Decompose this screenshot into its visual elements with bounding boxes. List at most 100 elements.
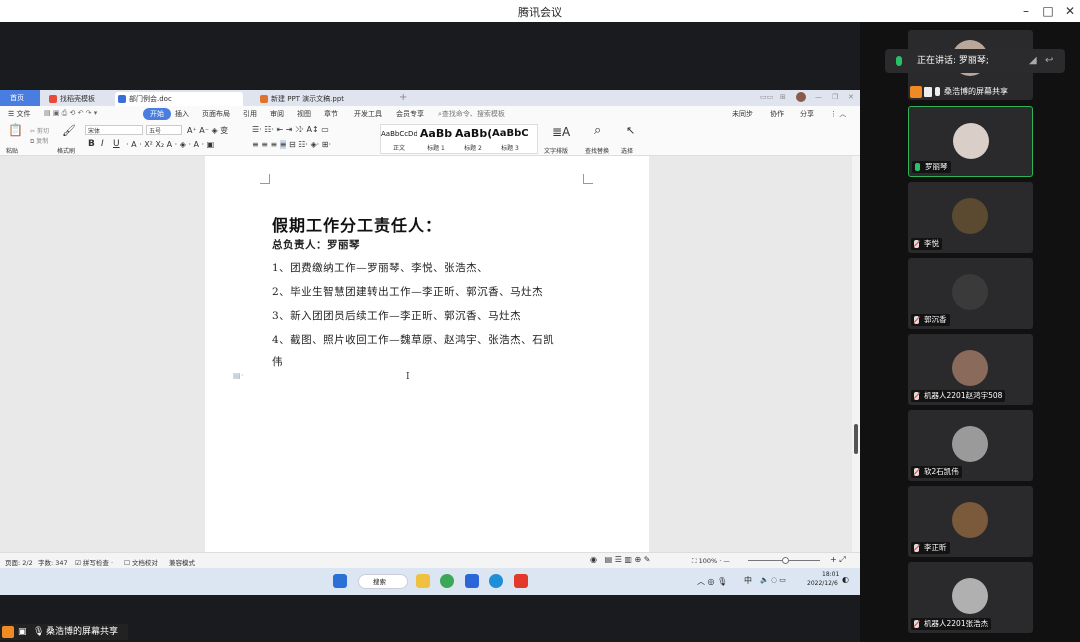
close-doc-icon[interactable]: ✕ bbox=[848, 93, 854, 101]
page-indicator[interactable]: 页面: 2/2 bbox=[5, 557, 33, 567]
participant-tile[interactable]: 机器人2201张浩杰 bbox=[908, 562, 1033, 633]
edge-browser-icon[interactable] bbox=[489, 574, 503, 588]
text-cursor-icon: I bbox=[406, 372, 411, 382]
participant-tile[interactable]: 郭沉香 bbox=[908, 258, 1033, 329]
style-heading-1[interactable]: AaBb 标题 1 bbox=[418, 125, 454, 153]
italic-button[interactable]: I bbox=[101, 139, 104, 149]
font-family-select[interactable]: 宋体 bbox=[85, 125, 143, 135]
font-effects-icons[interactable]: · A · X² X₂ A · ◈ · A · ▣ bbox=[126, 140, 214, 149]
style-heading-2[interactable]: AaBb(标题 2 bbox=[455, 125, 491, 153]
file-explorer-icon[interactable] bbox=[416, 574, 430, 588]
cut-button[interactable]: ✂ 剪切 bbox=[30, 126, 49, 135]
undo-icon[interactable]: ↩ bbox=[1045, 54, 1059, 68]
list-indent-icons[interactable]: ☰· ☷· ⇤ ⇥ ⤨· A↕ ▭ bbox=[252, 125, 329, 135]
paste-icon[interactable]: 📋 bbox=[8, 123, 23, 137]
align-icons[interactable]: ≡ ≡ ≡ ≡ ⊟ ☷· ◈· ⊞· bbox=[252, 140, 331, 149]
participant-tile[interactable]: 李悦 bbox=[908, 182, 1033, 253]
menu-developer[interactable]: 开发工具 bbox=[354, 109, 382, 119]
restore-doc-icon[interactable]: ❐ bbox=[832, 93, 838, 101]
copy-button[interactable]: ⧉ 复制 bbox=[30, 136, 48, 146]
menu-view[interactable]: 视图 bbox=[297, 109, 311, 119]
bold-button[interactable]: B bbox=[88, 139, 95, 149]
vertical-scrollbar[interactable] bbox=[852, 156, 860, 552]
tab-doc[interactable]: 部门例会.doc bbox=[115, 92, 243, 106]
paste-button[interactable]: 粘贴 bbox=[6, 146, 18, 155]
mic-muted-icon bbox=[914, 620, 919, 628]
find-replace-button[interactable]: 查找替换 bbox=[585, 146, 609, 155]
participant-tile[interactable]: 李正昕 bbox=[908, 486, 1033, 557]
layout-icon[interactable]: ▭▭ bbox=[760, 93, 773, 101]
format-painter-icon[interactable]: 🖌 bbox=[62, 124, 76, 137]
format-painter-button[interactable]: 格式刷 bbox=[57, 146, 75, 155]
taskbar-search[interactable]: 搜索 bbox=[358, 574, 408, 589]
quick-access-icons[interactable]: ▤ ▣ ⎙ ⟲ ↶ ↷ ▾ bbox=[44, 109, 97, 118]
document-item-4: 4、截图、照片收回工作—魏草原、赵鸿宇、张浩杰、石凯 bbox=[272, 334, 555, 346]
sync-status[interactable]: 未同步 bbox=[732, 109, 753, 119]
menu-home[interactable]: 开始 bbox=[143, 108, 171, 120]
user-avatar[interactable] bbox=[796, 92, 806, 102]
pin-icon[interactable]: ◢ bbox=[1029, 54, 1043, 68]
document-item-2: 2、毕业生智慧团建转出工作—李正昕、郭沉香、马灶杰 bbox=[272, 286, 544, 298]
font-size-select[interactable]: 五号 bbox=[146, 125, 182, 135]
cut-label: 剪切 bbox=[36, 128, 49, 135]
command-search[interactable]: ⌕查找命令、搜索模板 bbox=[438, 109, 505, 119]
menu-layout[interactable]: 页面布局 bbox=[202, 109, 230, 119]
document-page[interactable]: 假期工作分工责任人： 总负责人：罗丽琴 1、团费缴纳工作—罗丽琴、李悦、张浩杰、… bbox=[205, 156, 649, 552]
system-status-icons[interactable]: 🔈 ◌ ▭ bbox=[760, 576, 786, 584]
view-mode-icons[interactable]: ◉ ▤ ☰ ▥ ⊕ ✎ bbox=[590, 555, 650, 564]
participant-tile[interactable]: 罗丽琴 bbox=[908, 106, 1033, 177]
menu-references[interactable]: 引用 bbox=[243, 109, 257, 119]
style-normal[interactable]: AaBbCcDd 正文 bbox=[381, 125, 417, 153]
minimize-button[interactable]: – bbox=[1015, 2, 1037, 20]
minimize-doc-icon[interactable]: — bbox=[815, 93, 822, 101]
word-count[interactable]: 字数: 347 bbox=[38, 557, 68, 567]
clock-date[interactable]: 2022/12/6 bbox=[807, 580, 838, 587]
ime-indicator[interactable]: 中 bbox=[744, 575, 752, 586]
style-heading-3[interactable]: AaBbC 标题 3 bbox=[492, 125, 528, 153]
scrollbar-thumb[interactable] bbox=[854, 424, 858, 454]
collaborate-button[interactable]: 协作 bbox=[770, 109, 784, 119]
participant-tile[interactable]: 软2石凯伟 bbox=[908, 410, 1033, 481]
select-button[interactable]: 选择 bbox=[621, 146, 633, 155]
menu-review[interactable]: 审阅 bbox=[270, 109, 284, 119]
participant-name: 罗丽琴 bbox=[912, 161, 951, 173]
zoom-slider-handle[interactable] bbox=[782, 557, 789, 564]
tab-ppt[interactable]: 新建 PPT 演示文稿.ppt bbox=[257, 92, 377, 106]
find-icon[interactable]: ⌕ bbox=[594, 123, 601, 138]
maximize-button[interactable]: □ bbox=[1037, 2, 1059, 20]
windows-start-icon[interactable] bbox=[333, 574, 347, 588]
wps-office-icon[interactable] bbox=[514, 574, 528, 588]
wps-menu-bar: ☰ 文件 ▤ ▣ ⎙ ⟲ ↶ ↷ ▾ 开始 插入 页面布局 引用 审阅 视图 章… bbox=[0, 106, 860, 122]
participant-tile[interactable]: 机器人2201赵鸿宇508 bbox=[908, 334, 1033, 405]
zoom-control[interactable]: ⛶ 100% · — bbox=[692, 557, 730, 566]
tray-icons[interactable]: ︿ ◎ 🎙 bbox=[697, 576, 727, 587]
close-button[interactable]: ✕ bbox=[1059, 2, 1080, 20]
tencent-meeting-icon[interactable] bbox=[465, 574, 479, 588]
select-cursor-icon[interactable]: ↖ bbox=[626, 124, 635, 137]
clock-time[interactable]: 18:01 bbox=[822, 571, 839, 578]
grid-icon[interactable]: ⊞ bbox=[780, 93, 786, 101]
menu-member[interactable]: 会员专享 bbox=[396, 109, 424, 119]
tab-docer-label: 找稻壳模板 bbox=[60, 95, 95, 103]
more-icon[interactable]: ⋮ ︿ bbox=[830, 109, 846, 119]
wechat-icon[interactable] bbox=[440, 574, 454, 588]
share-button[interactable]: 分享 bbox=[800, 109, 814, 119]
zoom-in-fit-icons[interactable]: + ⤢ bbox=[830, 555, 846, 565]
new-tab-icon[interactable]: + bbox=[399, 92, 407, 103]
paragraph-marker-icon[interactable]: ▤· bbox=[233, 371, 244, 380]
menu-insert[interactable]: 插入 bbox=[175, 109, 189, 119]
doc-proof[interactable]: ☐ 文档校对 bbox=[124, 557, 158, 567]
participant-name: 软2石凯伟 bbox=[911, 466, 962, 478]
text-layout-icon[interactable]: ≣A bbox=[552, 125, 570, 139]
notification-icon[interactable]: ◐ bbox=[842, 575, 849, 584]
menu-section[interactable]: 章节 bbox=[324, 109, 338, 119]
tab-home[interactable]: 首页 bbox=[0, 90, 40, 106]
style-normal-caption: 正文 bbox=[392, 145, 405, 152]
menu-file[interactable]: ☰ 文件 bbox=[8, 109, 31, 119]
underline-button[interactable]: U bbox=[113, 139, 120, 149]
text-layout-button[interactable]: 文字排版 bbox=[544, 146, 568, 155]
spell-check[interactable]: ☑ 拼写检查 · bbox=[75, 557, 113, 567]
tab-docer[interactable]: 找稻壳模板 bbox=[46, 92, 95, 106]
font-grow-shrink-icons[interactable]: A⁺ A⁻ ◈ 变 bbox=[187, 125, 228, 136]
screen-share-indicator[interactable]: ▣ 🎙 桑浩博的屏幕共享 bbox=[0, 624, 128, 640]
